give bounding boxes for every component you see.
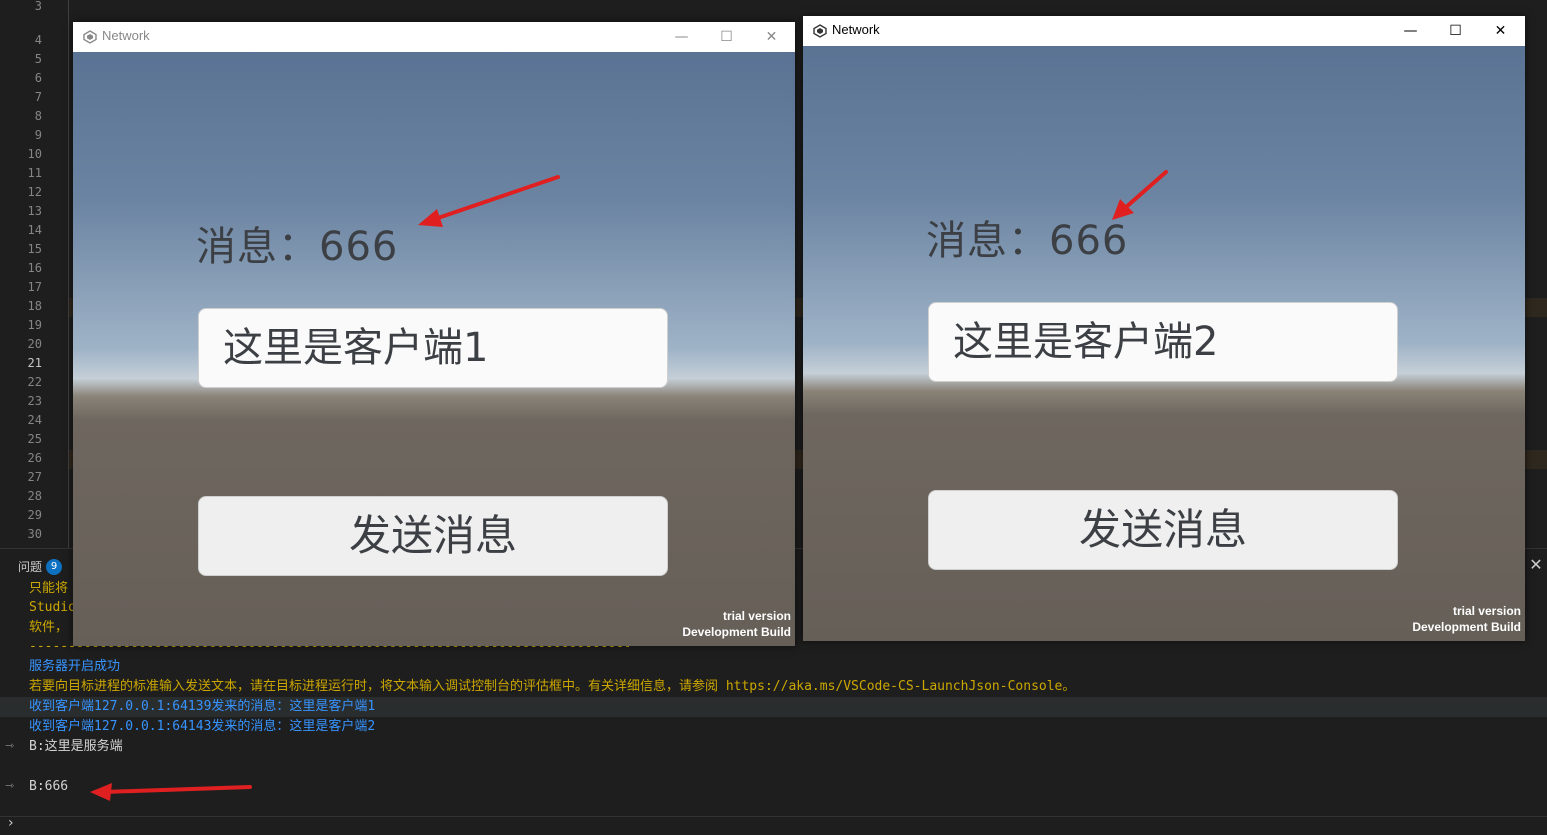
message-label: 消息：666 — [926, 218, 1129, 264]
maximize-button[interactable]: ☐ — [1433, 16, 1478, 46]
line-number: 4 — [34, 33, 42, 47]
line-number: 10 — [27, 147, 42, 161]
line-number: 6 — [34, 71, 42, 85]
line-number: 14 — [27, 223, 42, 237]
watermark-line: trial version — [722, 609, 791, 623]
line-number: 25 — [27, 432, 42, 446]
tab-problems-label: 问题 — [18, 560, 43, 574]
build-watermark: trial version Development Build — [1412, 603, 1521, 635]
console-line: B:这里是服务端 — [29, 739, 123, 754]
console-line: 只能将 — [29, 581, 69, 596]
game-viewport: 消息：666 这里是客户端2 发送消息 trial version Develo… — [803, 46, 1525, 641]
watermark-line: Development Build — [1412, 620, 1521, 634]
line-number: 7 — [34, 90, 42, 104]
window-title: Network — [832, 22, 880, 37]
chevron-right-icon: ⇾ — [5, 779, 15, 792]
tab-problems[interactable]: 问题 9 — [18, 558, 63, 575]
line-number: 28 — [27, 489, 42, 503]
game-window-2[interactable]: Network — ☐ ✕ 消息：666 这里是客户端2 发送消息 trial … — [803, 16, 1525, 641]
line-number: 17 — [27, 280, 42, 294]
console-line: Studio — [29, 600, 76, 615]
line-number: 15 — [27, 242, 42, 256]
line-number: 22 — [27, 375, 42, 389]
maximize-button[interactable]: ☐ — [704, 22, 749, 52]
line-number: 23 — [27, 394, 42, 408]
console-line: 若要向目标进程的标准输入发送文本，请在目标进程运行时，将文本输入调试控制台的评估… — [29, 679, 1076, 694]
build-watermark: trial version Development Build — [682, 608, 791, 640]
chevron-right-icon: ⇾ — [5, 739, 15, 752]
console-line: 软件， — [29, 620, 69, 635]
window-titlebar[interactable]: Network — ☐ ✕ — [803, 16, 1525, 46]
line-number: 3 — [34, 0, 42, 13]
line-number-current: 21 — [27, 356, 42, 370]
unity-icon — [83, 30, 97, 44]
close-button[interactable]: ✕ — [749, 22, 794, 52]
line-number: 29 — [27, 508, 42, 522]
close-button[interactable]: ✕ — [1478, 16, 1523, 46]
line-number: 8 — [34, 109, 42, 123]
window-titlebar[interactable]: Network — ☐ ✕ — [73, 22, 795, 52]
editor-indent-guide — [68, 0, 69, 548]
line-number: 26 — [27, 451, 42, 465]
watermark-line: Development Build — [682, 625, 791, 639]
message-input[interactable]: 这里是客户端1 — [198, 308, 668, 388]
line-number: 16 — [27, 261, 42, 275]
send-message-button[interactable]: 发送消息 — [198, 496, 668, 576]
message-label: 消息：666 — [196, 224, 399, 270]
line-number: 9 — [34, 128, 42, 142]
line-number: 18 — [27, 299, 42, 313]
line-number: 27 — [27, 470, 42, 484]
game-viewport: 消息：666 这里是客户端1 发送消息 trial version Develo… — [73, 52, 795, 646]
console-line: 收到客户端127.0.0.1:64139发来的消息：这里是客户端1 — [29, 699, 376, 714]
unity-icon — [813, 24, 827, 38]
line-number: 19 — [27, 318, 42, 332]
console-line: B:666 — [29, 779, 69, 794]
line-number: 12 — [27, 185, 42, 199]
console-input[interactable]: › — [0, 815, 1547, 835]
message-input[interactable]: 这里是客户端2 — [928, 302, 1398, 382]
line-number: 24 — [27, 413, 42, 427]
line-number: 5 — [34, 52, 42, 66]
line-number: 11 — [27, 166, 42, 180]
line-number-gutter: 3 4 5 6 7 8 9 10 11 12 13 14 15 16 17 18… — [0, 0, 50, 548]
problems-count-badge: 9 — [46, 558, 63, 575]
chevron-right-icon: › — [8, 815, 14, 831]
line-number: 13 — [27, 204, 42, 218]
panel-close-icon[interactable]: ✕ — [1527, 555, 1545, 574]
watermark-line: trial version — [1452, 604, 1521, 618]
send-message-button[interactable]: 发送消息 — [928, 490, 1398, 570]
console-line: 收到客户端127.0.0.1:64143发来的消息：这里是客户端2 — [29, 719, 376, 734]
game-window-1[interactable]: Network — ☐ ✕ 消息：666 这里是客户端1 发送消息 trial … — [73, 22, 795, 646]
minimize-button[interactable]: — — [659, 22, 704, 52]
window-title: Network — [102, 28, 150, 43]
line-number: 20 — [27, 337, 42, 351]
console-line: 服务器开启成功 — [29, 659, 121, 674]
minimize-button[interactable]: — — [1388, 16, 1433, 46]
line-number: 30 — [27, 527, 42, 541]
